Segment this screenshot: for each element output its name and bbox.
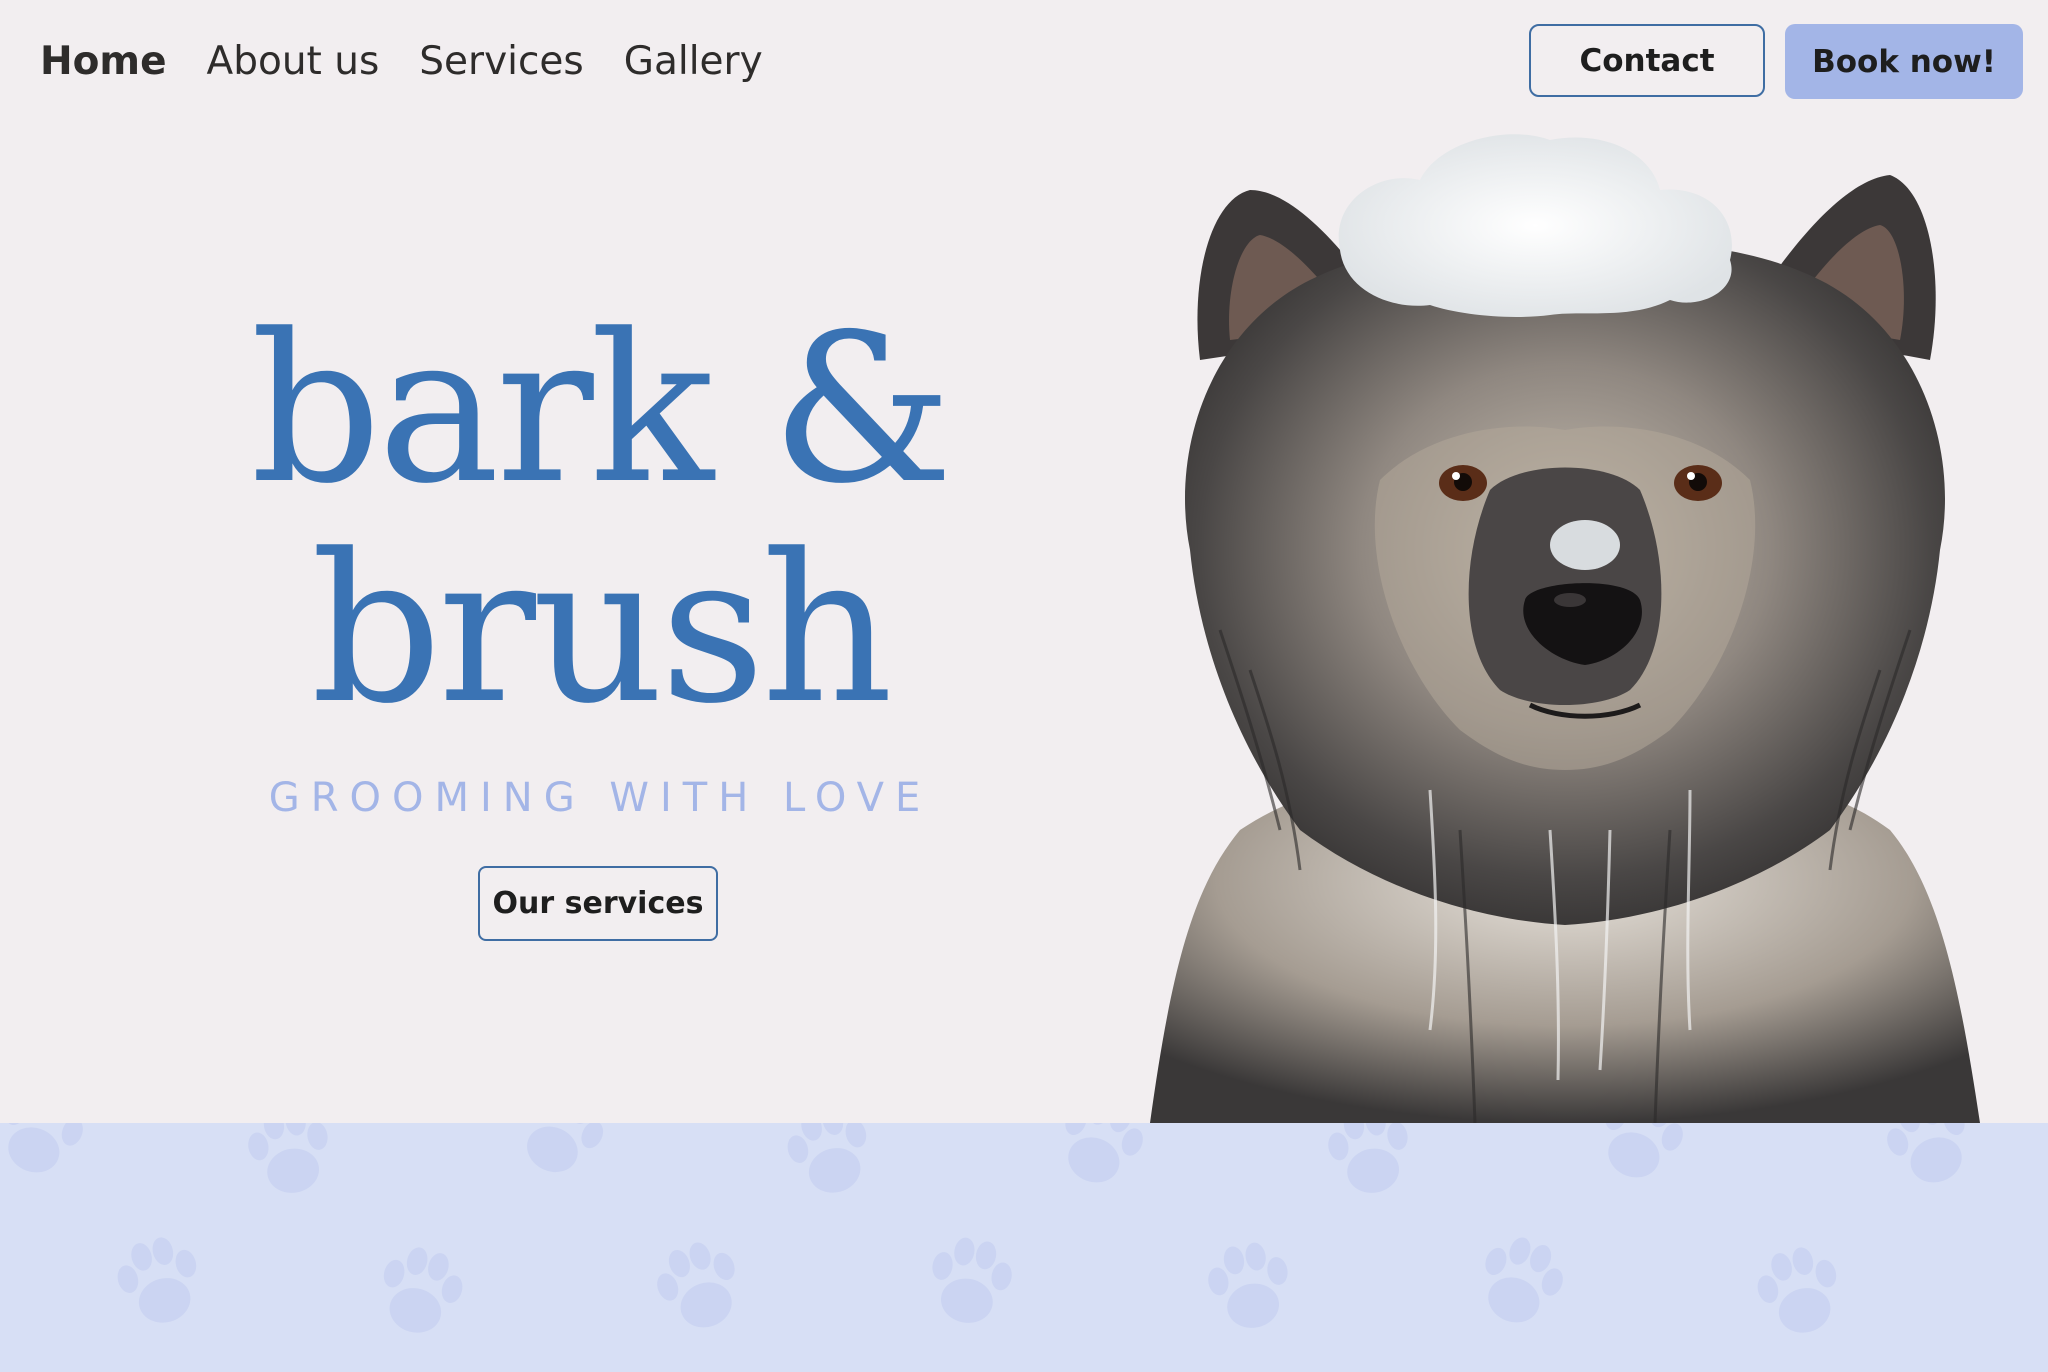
nav-gallery-link[interactable]: Gallery <box>624 36 763 88</box>
book-now-button[interactable]: Book now! <box>1785 24 2023 99</box>
paw-pattern-band <box>0 1123 2048 1372</box>
dog-photo <box>1150 134 1980 1123</box>
tagline: GROOMING WITH LOVE <box>268 775 932 821</box>
nav-about-link[interactable]: About us <box>207 36 380 88</box>
our-services-button[interactable]: Our services <box>478 866 718 941</box>
paw-pattern <box>0 1123 1982 1342</box>
nav-home-link[interactable]: Home <box>40 36 167 88</box>
brand-logo-text: bark & brush <box>250 291 953 749</box>
nav-services-link[interactable]: Services <box>419 36 583 88</box>
top-navigation: Home About us Services Gallery Contact B… <box>0 0 2048 124</box>
nav-links: Home About us Services Gallery <box>40 36 763 88</box>
contact-button[interactable]: Contact <box>1529 24 1765 97</box>
brand-line-2: brush <box>310 511 893 749</box>
brand-line-1: bark & <box>250 291 953 529</box>
